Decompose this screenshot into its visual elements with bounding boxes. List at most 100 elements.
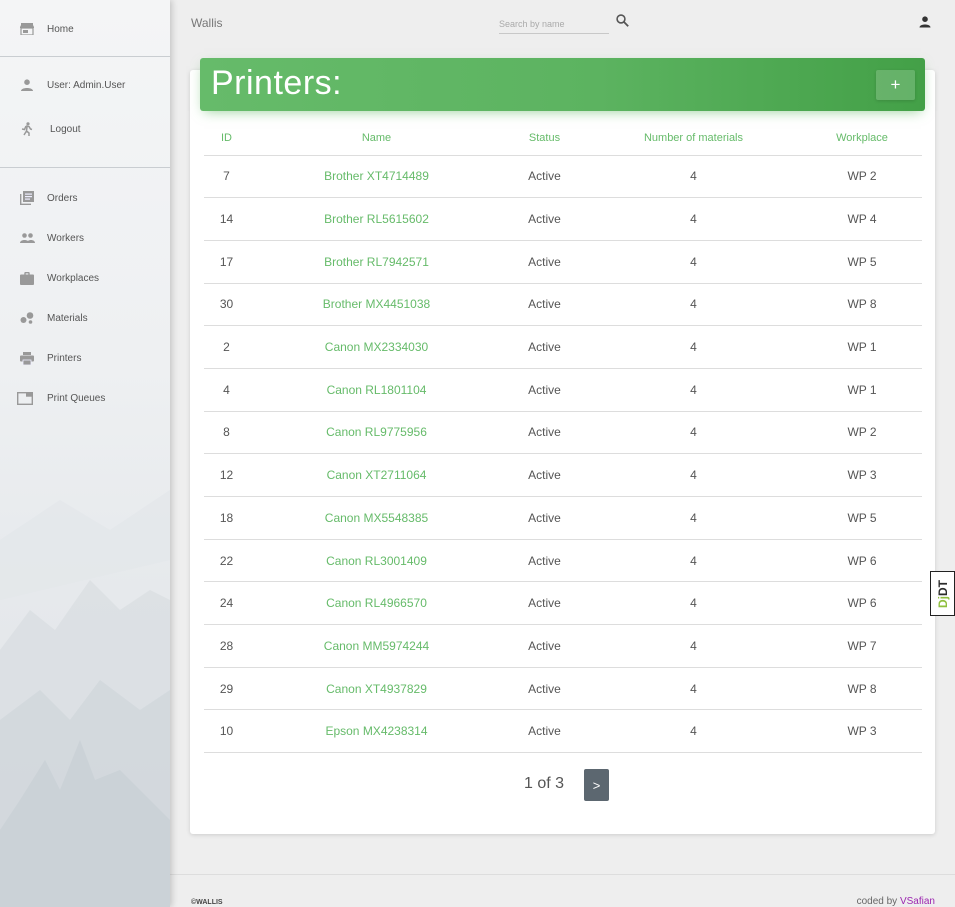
copyright: ©WALLIS (191, 899, 223, 906)
table-row: 29 Canon XT4937829 Active 4 WP 8 (204, 667, 922, 711)
printer-link[interactable]: Canon MX5548385 (325, 511, 428, 525)
cell-status: Active (504, 667, 585, 711)
sidebar-item-orders[interactable]: Orders (0, 183, 170, 213)
cell-workplace: WP 1 (802, 368, 922, 412)
sidebar-item-label: Logout (50, 123, 81, 135)
cell-name: Canon MX5548385 (249, 496, 504, 540)
cell-name: Canon XT4937829 (249, 667, 504, 711)
sidebar-item-label: Print Queues (47, 392, 106, 404)
queue-icon (17, 390, 33, 406)
column-header-workplace: Workplace (802, 122, 922, 156)
sidebar: Home User: Admin.User Logout Orders Work… (0, 0, 170, 907)
add-printer-button[interactable]: + (876, 70, 915, 100)
table-row: 30 Brother MX4451038 Active 4 WP 8 (204, 283, 922, 327)
briefcase-icon (19, 270, 35, 286)
search-input[interactable] (499, 16, 609, 29)
table-row: 22 Canon RL3001409 Active 4 WP 6 (204, 539, 922, 583)
credits-text: coded by (856, 896, 898, 907)
printer-link[interactable]: Brother XT4714489 (324, 169, 429, 183)
card-header: Printers: + (200, 58, 925, 111)
cell-workplace: WP 4 (802, 197, 922, 241)
table-row: 4 Canon RL1801104 Active 4 WP 1 (204, 368, 922, 412)
printer-link[interactable]: Brother RL5615602 (324, 212, 429, 226)
table-row: 2 Canon MX2334030 Active 4 WP 1 (204, 325, 922, 369)
page-title: Printers: (211, 64, 343, 102)
search-icon (616, 14, 629, 27)
table-row: 17 Brother RL7942571 Active 4 WP 5 (204, 240, 922, 284)
cell-materials: 4 (585, 368, 802, 412)
cell-workplace: WP 2 (802, 155, 922, 199)
debug-toolbar-label: DjDT (936, 580, 950, 608)
printer-link[interactable]: Canon XT2711064 (327, 468, 427, 482)
cell-workplace: WP 8 (802, 283, 922, 327)
cell-name: Canon MX2334030 (249, 325, 504, 369)
cell-workplace: WP 3 (802, 709, 922, 754)
cell-id: 28 (204, 624, 249, 668)
cell-status: Active (504, 539, 585, 583)
pagination-status: 1 of 3 (524, 775, 565, 792)
cell-name: Epson MX4238314 (249, 709, 504, 754)
sidebar-item-materials[interactable]: Materials (0, 303, 170, 333)
cell-materials: 4 (585, 709, 802, 754)
sidebar-item-label: Home (47, 23, 74, 35)
search-button[interactable] (616, 14, 630, 28)
cell-workplace: WP 5 (802, 496, 922, 540)
printer-link[interactable]: Epson MX4238314 (325, 724, 427, 738)
column-header-status: Status (504, 122, 585, 156)
sidebar-item-print-queues[interactable]: Print Queues (0, 383, 170, 413)
printer-link[interactable]: Canon XT4937829 (326, 682, 427, 696)
cell-materials: 4 (585, 581, 802, 626)
cell-materials: 4 (585, 155, 802, 199)
printer-link[interactable]: Canon RL4966570 (326, 596, 427, 610)
debug-toolbar-handle[interactable]: DjDT (930, 571, 955, 616)
cell-status: Active (504, 709, 585, 754)
cell-name: Canon RL3001409 (249, 539, 504, 583)
table-row: 18 Canon MX5548385 Active 4 WP 5 (204, 496, 922, 540)
cell-status: Active (504, 155, 585, 199)
cell-name: Brother RL7942571 (249, 240, 504, 284)
cell-status: Active (504, 283, 585, 327)
table-header-row: ID Name Status Number of materials Workp… (204, 122, 922, 156)
cell-id: 22 (204, 539, 249, 583)
printer-link[interactable]: Canon RL9775956 (326, 425, 427, 439)
cell-materials: 4 (585, 325, 802, 369)
table-row: 7 Brother XT4714489 Active 4 WP 2 (204, 155, 922, 199)
credits: coded by VSafian (857, 896, 935, 907)
cell-id: 30 (204, 283, 249, 327)
table-row: 10 Epson MX4238314 Active 4 WP 3 (204, 709, 922, 754)
cell-id: 10 (204, 709, 249, 754)
sidebar-item-home[interactable]: Home (0, 14, 170, 44)
table-row: 24 Canon RL4966570 Active 4 WP 6 (204, 581, 922, 626)
sidebar-item-label: Orders (47, 192, 78, 204)
sidebar-item-user[interactable]: User: Admin.User (0, 70, 170, 100)
sidebar-item-workers[interactable]: Workers (0, 223, 170, 253)
sidebar-item-printers[interactable]: Printers (0, 343, 170, 373)
cell-status: Active (504, 368, 585, 412)
cell-id: 2 (204, 325, 249, 369)
sidebar-item-label: User: Admin.User (47, 79, 126, 91)
printer-link[interactable]: Canon RL1801104 (327, 383, 427, 397)
printer-link[interactable]: Canon MX2334030 (325, 340, 428, 354)
printer-link[interactable]: Brother RL7942571 (324, 255, 429, 269)
next-page-button[interactable]: > (584, 769, 609, 801)
cell-materials: 4 (585, 197, 802, 241)
user-menu-button[interactable] (919, 15, 933, 29)
sidebar-divider (0, 56, 170, 57)
cell-id: 8 (204, 411, 249, 455)
footer-divider (170, 874, 955, 875)
printer-link[interactable]: Canon RL3001409 (326, 554, 427, 568)
cell-status: Active (504, 496, 585, 540)
printer-link[interactable]: Canon MM5974244 (324, 639, 429, 653)
cell-workplace: WP 1 (802, 325, 922, 369)
table-row: 8 Canon RL9775956 Active 4 WP 2 (204, 411, 922, 455)
sidebar-item-label: Workplaces (47, 272, 100, 284)
printer-link[interactable]: Brother MX4451038 (323, 297, 430, 311)
sidebar-item-workplaces[interactable]: Workplaces (0, 263, 170, 293)
sidebar-item-logout[interactable]: Logout (0, 114, 170, 144)
debug-toolbar-label-dj: Dj (935, 595, 950, 608)
walk-icon (19, 121, 35, 137)
cell-materials: 4 (585, 539, 802, 583)
cell-name: Brother MX4451038 (249, 283, 504, 327)
author-link[interactable]: VSafian (900, 896, 935, 907)
cell-status: Active (504, 411, 585, 455)
